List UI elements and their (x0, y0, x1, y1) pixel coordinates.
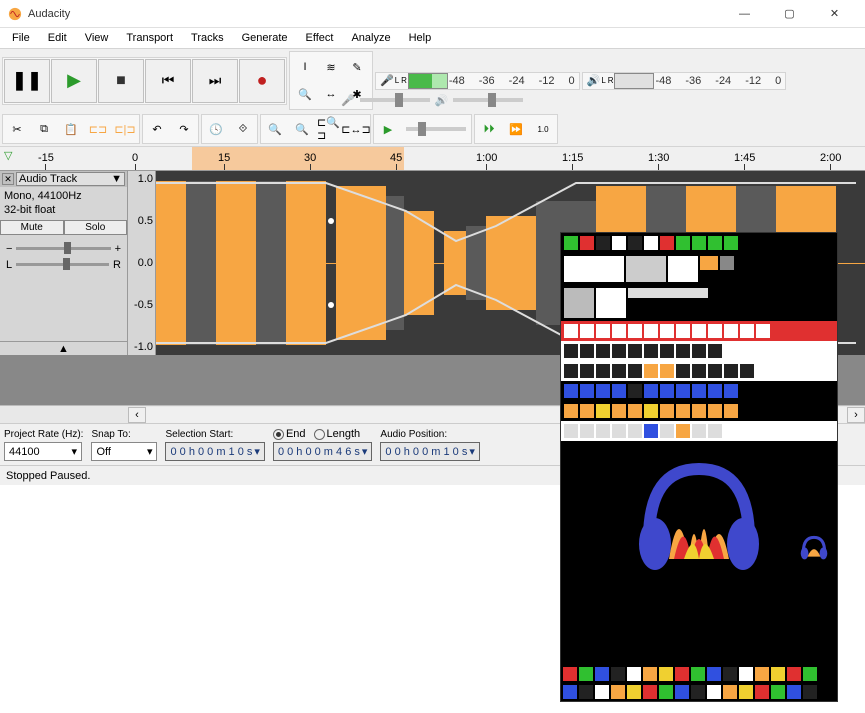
redo-button[interactable]: ↷ (171, 116, 197, 142)
recording-volume-slider[interactable] (360, 98, 430, 102)
selection-start-time[interactable]: 0 0 h 0 0 m 1 0 s▾ (165, 442, 264, 461)
status-text: Stopped Paused. (6, 470, 90, 482)
sync-toolbar: 🕓 ⟐ (201, 114, 258, 144)
track-format-info: Mono, 44100Hz 32-bit float (0, 187, 127, 220)
link-button[interactable]: ⟐ (230, 116, 256, 142)
play-at-speed-button[interactable]: ▶ (375, 116, 401, 142)
menu-transport[interactable]: Transport (118, 30, 181, 46)
audio-position-label: Audio Position: (380, 429, 479, 440)
selection-tool[interactable]: I (292, 54, 318, 80)
audio-position-time[interactable]: 0 0 h 0 0 m 1 0 s▾ (380, 442, 479, 461)
transcription-toolbar: ▶ (373, 114, 472, 144)
pan-slider[interactable]: L R (6, 259, 121, 271)
track-close-button[interactable]: ✕ (2, 173, 14, 185)
copy-button[interactable]: ⧉ (31, 116, 57, 142)
mic-icon: 🎤 (380, 74, 394, 87)
sprite-debug-panel (560, 232, 838, 702)
close-button[interactable]: ✕ (812, 0, 857, 28)
edit-toolbar: ✂ ⧉ 📋 ⊏⊐ ⊏|⊐ (2, 114, 140, 144)
undo-toolbar: ↶ ↷ (142, 114, 199, 144)
fit-selection-button[interactable]: ⊏🔍⊐ (316, 116, 342, 142)
app-logo-icon (8, 7, 22, 21)
scroll-right-button[interactable]: › (847, 407, 865, 423)
track-menu-dropdown[interactable]: Audio Track▼ (16, 172, 125, 186)
zoom-in-button[interactable]: 🔍 (262, 116, 288, 142)
window-title: Audacity (28, 8, 722, 20)
undo-button[interactable]: ↶ (144, 116, 170, 142)
sync-lock-button[interactable]: 🕓 (203, 116, 229, 142)
titlebar: Audacity — ▢ ✕ (0, 0, 865, 28)
zoom-toolbar: 🔍 🔍 ⊏🔍⊐ ⊏↔⊐ (260, 114, 371, 144)
audacity-logo-large (629, 449, 769, 579)
mixer-toolbar: 🎤 🔊 (340, 93, 528, 108)
solo-button[interactable]: Solo (64, 220, 128, 235)
rec-volume-icon: 🎤 (341, 94, 355, 107)
recording-meter-bars (408, 73, 448, 89)
scroll-left-button[interactable]: ‹ (128, 407, 146, 423)
draw-tool[interactable]: ✎ (344, 54, 370, 80)
pin-icon[interactable]: ▽ (4, 149, 22, 167)
selection-start-label: Selection Start: (165, 429, 264, 440)
play-volume-icon: 🔊 (435, 94, 449, 107)
maximize-button[interactable]: ▢ (767, 0, 812, 28)
menubar: File Edit View Transport Tracks Generate… (0, 28, 865, 48)
play-speed-slider[interactable] (406, 127, 466, 131)
toolbars: ❚❚ ▶ ■ ⏮ ⏭ ● I ≋ ✎ 🔍 ↔ ✱ 🎤 L R -48-36- (0, 48, 865, 147)
timeline-ruler[interactable]: ▽ -15 0 15 30 45 1:00 1:15 1:30 1:45 2:0… (0, 147, 865, 171)
menu-effect[interactable]: Effect (298, 30, 342, 46)
end-radio[interactable]: End (273, 428, 306, 440)
trim-button[interactable]: ⊏⊐ (85, 116, 111, 142)
track-collapse-button[interactable]: ▲ (0, 341, 127, 355)
scrub-toolbar: ⏵⏵ ⏩ 1.0 (474, 114, 558, 144)
cut-button[interactable]: ✂ (4, 116, 30, 142)
menu-analyze[interactable]: Analyze (343, 30, 398, 46)
silence-button[interactable]: ⊏|⊐ (112, 116, 138, 142)
audacity-logo-small (799, 533, 829, 561)
paste-button[interactable]: 📋 (58, 116, 84, 142)
mute-button[interactable]: Mute (0, 220, 64, 235)
recording-meter[interactable]: 🎤 L R -48-36-24-120 (375, 72, 580, 90)
seek-button[interactable]: ⏩ (503, 116, 529, 142)
project-rate-label: Project Rate (Hz): (4, 429, 83, 440)
menu-generate[interactable]: Generate (234, 30, 296, 46)
selection-end-time[interactable]: 0 0 h 0 0 m 4 6 s▾ (273, 442, 372, 461)
playback-volume-slider[interactable] (453, 98, 523, 102)
snap-to-combo[interactable]: Off▾ (91, 442, 157, 461)
fit-project-button[interactable]: ⊏↔⊐ (343, 116, 369, 142)
recording-meter-scale: -48-36-24-120 (449, 75, 575, 87)
project-rate-combo[interactable]: 44100▾ (4, 442, 82, 461)
menu-edit[interactable]: Edit (40, 30, 75, 46)
menu-help[interactable]: Help (401, 30, 440, 46)
speaker-icon: 🔊 (587, 74, 601, 87)
playback-meter-bars (614, 73, 654, 89)
minimize-button[interactable]: — (722, 0, 767, 28)
track-control-panel: ✕ Audio Track▼ Mono, 44100Hz 32-bit floa… (0, 171, 128, 355)
menu-tracks[interactable]: Tracks (183, 30, 232, 46)
zoom-out-button[interactable]: 🔍 (289, 116, 315, 142)
scrub-button[interactable]: ⏵⏵ (476, 116, 502, 142)
menu-view[interactable]: View (77, 30, 117, 46)
scrub-ruler-button[interactable]: 1.0 (530, 116, 556, 142)
playback-meter-scale: -48-36-24-120 (655, 75, 781, 87)
menu-file[interactable]: File (4, 30, 38, 46)
length-radio[interactable]: Length (314, 428, 361, 440)
snap-to-label: Snap To: (91, 429, 157, 440)
envelope-tool[interactable]: ≋ (318, 54, 344, 80)
playback-meter[interactable]: 🔊 L R -48-36-24-120 (582, 72, 787, 90)
gain-slider[interactable]: − + (6, 243, 121, 255)
vertical-scale[interactable]: 1.0 0.5 0.0 -0.5 -1.0 (128, 171, 156, 355)
